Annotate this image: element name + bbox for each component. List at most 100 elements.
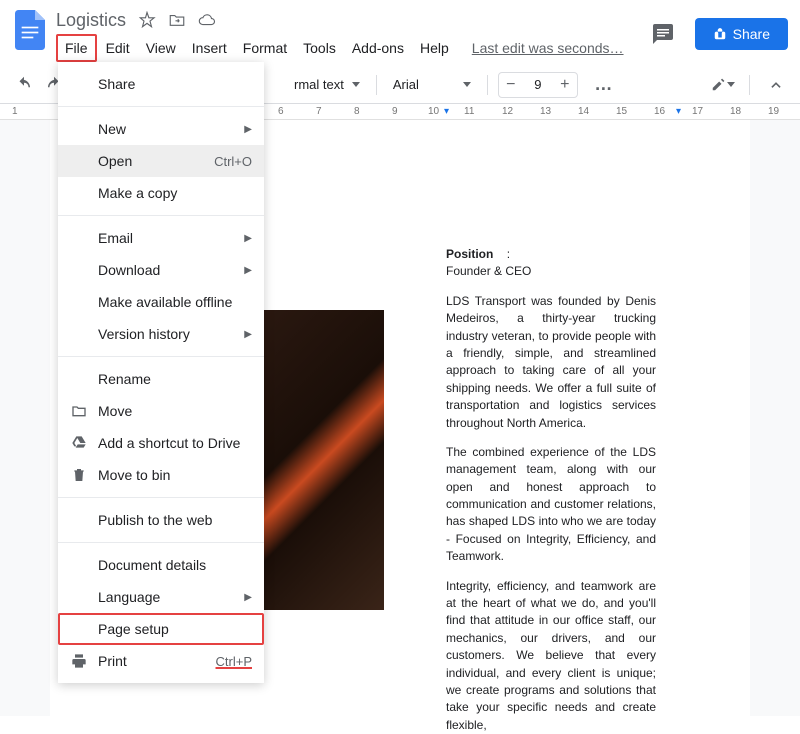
menu-item-make-copy[interactable]: Make a copy: [58, 177, 264, 209]
header-left: Logistics File Edit View Insert Format T…: [56, 8, 643, 62]
separator: [376, 75, 377, 95]
menu-help[interactable]: Help: [413, 36, 456, 60]
menu-item-new[interactable]: New▶: [58, 113, 264, 145]
ruler-mark: 17: [692, 106, 703, 117]
document-title[interactable]: Logistics: [56, 10, 126, 31]
ruler-indicator[interactable]: ▾: [444, 106, 449, 117]
star-icon[interactable]: [138, 11, 156, 29]
style-label: rmal text: [294, 77, 344, 92]
share-label: Share: [733, 26, 770, 42]
label: Make available offline: [98, 294, 232, 310]
ruler-mark: 9: [392, 106, 398, 117]
header-right: Share: [643, 14, 788, 54]
paragraph-1: LDS Transport was founded by Denis Medei…: [446, 293, 656, 432]
comments-button[interactable]: [643, 14, 683, 54]
chevron-down-icon: [352, 82, 360, 87]
font-size-value[interactable]: 9: [523, 77, 553, 92]
font-dropdown[interactable]: Arial: [387, 77, 477, 92]
ruler-mark: 18: [730, 106, 741, 117]
menu-item-move[interactable]: Move: [58, 395, 264, 427]
collapse-button[interactable]: [764, 73, 788, 97]
label: Language: [98, 589, 160, 605]
label: Share: [98, 76, 135, 92]
chevron-down-icon: [463, 82, 471, 87]
more-button[interactable]: …: [592, 73, 616, 97]
menu-edit[interactable]: Edit: [99, 36, 137, 60]
menu-item-download[interactable]: Download▶: [58, 254, 264, 286]
ruler-mark: 14: [578, 106, 589, 117]
label: Download: [98, 262, 160, 278]
folder-icon: [70, 402, 88, 420]
move-folder-icon[interactable]: [168, 11, 186, 29]
ruler-mark: 7: [316, 106, 322, 117]
menu-item-add-shortcut[interactable]: Add a shortcut to Drive: [58, 427, 264, 459]
paragraph-3: Integrity, efficiency, and teamwork are …: [446, 578, 656, 734]
separator: [58, 215, 264, 216]
separator: [58, 356, 264, 357]
menu-item-offline[interactable]: Make available offline: [58, 286, 264, 318]
menu-item-rename[interactable]: Rename: [58, 363, 264, 395]
separator: [749, 75, 750, 95]
style-dropdown[interactable]: rmal text: [288, 77, 366, 92]
position-value: Founder & CEO: [446, 264, 531, 278]
document-text[interactable]: Position :Founder & CEO LDS Transport wa…: [446, 246, 656, 734]
shortcut: Ctrl+O: [214, 154, 252, 169]
submenu-arrow-icon: ▶: [244, 124, 252, 135]
ruler-mark: 11: [464, 106, 474, 117]
separator: [58, 497, 264, 498]
chevron-down-icon: [727, 82, 735, 87]
ruler-mark: 6: [278, 106, 284, 117]
menu-addons[interactable]: Add-ons: [345, 36, 411, 60]
submenu-arrow-icon: ▶: [244, 329, 252, 340]
document-image[interactable]: [264, 310, 384, 610]
label: Print: [98, 653, 127, 669]
file-dropdown-menu: Share New▶ Open Ctrl+O Make a copy Email ▶…: [58, 62, 264, 683]
label: Email: [98, 230, 133, 246]
menu-item-print[interactable]: Print Ctrl+P: [58, 645, 264, 677]
menu-file[interactable]: File: [56, 34, 97, 62]
undo-button[interactable]: [12, 73, 36, 97]
menu-item-version-history[interactable]: Version history▶: [58, 318, 264, 350]
docs-logo-icon[interactable]: [12, 8, 48, 52]
separator: [487, 75, 488, 95]
label: Rename: [98, 371, 151, 387]
drive-icon: [70, 434, 88, 452]
ruler-mark: 19: [768, 106, 779, 117]
font-label: Arial: [393, 77, 419, 92]
font-size-decrease[interactable]: −: [499, 73, 523, 97]
menu-view[interactable]: View: [139, 36, 183, 60]
last-edit-link[interactable]: Last edit was seconds…: [472, 40, 624, 56]
menu-item-page-setup[interactable]: Page setup: [58, 613, 264, 645]
label: Publish to the web: [98, 512, 212, 528]
paragraph-2: The combined experience of the LDS manag…: [446, 444, 656, 566]
ruler-mark: 16: [654, 106, 665, 117]
menu-item-move-to-bin[interactable]: Move to bin: [58, 459, 264, 491]
font-size-control: − 9 +: [498, 72, 578, 98]
label: Make a copy: [98, 185, 177, 201]
menu-format[interactable]: Format: [236, 36, 294, 60]
title-row: Logistics: [56, 8, 643, 32]
editing-mode-button[interactable]: [711, 73, 735, 97]
menu-item-publish[interactable]: Publish to the web: [58, 504, 264, 536]
ruler-mark: 10: [428, 106, 439, 117]
menu-insert[interactable]: Insert: [185, 36, 234, 60]
menu-item-language[interactable]: Language ▶: [58, 581, 264, 613]
font-size-increase[interactable]: +: [553, 73, 577, 97]
label: Open: [98, 153, 132, 169]
menu-item-doc-details[interactable]: Document details: [58, 549, 264, 581]
shortcut: Ctrl+P: [216, 654, 252, 669]
print-icon: [70, 652, 88, 670]
submenu-arrow-icon: ▶: [244, 233, 252, 244]
ruler-indicator[interactable]: ▾: [676, 106, 681, 117]
label: Page setup: [98, 621, 169, 637]
label: Add a shortcut to Drive: [98, 435, 240, 451]
ruler-mark: 12: [502, 106, 513, 117]
menu-tools[interactable]: Tools: [296, 36, 343, 60]
menu-item-open[interactable]: Open Ctrl+O: [58, 145, 264, 177]
menu-item-email[interactable]: Email ▶: [58, 222, 264, 254]
menu-item-share[interactable]: Share: [58, 68, 264, 100]
submenu-arrow-icon: ▶: [244, 592, 252, 603]
cloud-icon[interactable]: [198, 11, 216, 29]
share-button[interactable]: Share: [695, 18, 788, 50]
label: Move: [98, 403, 132, 419]
